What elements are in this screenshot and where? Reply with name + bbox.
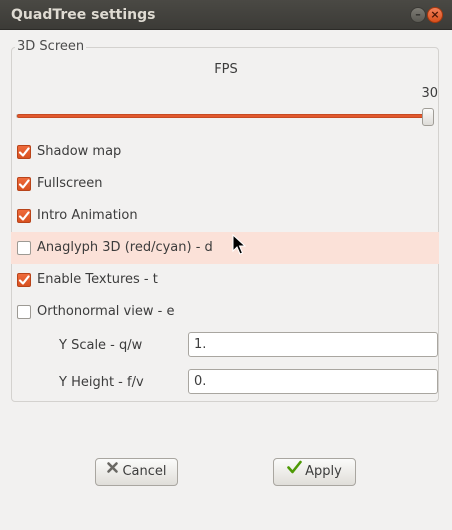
checkmark-icon bbox=[18, 179, 30, 189]
anaglyph-3d-checkbox[interactable] bbox=[17, 241, 31, 255]
y-height-label: Y Height - f/v bbox=[59, 375, 144, 390]
checkmark-icon bbox=[18, 147, 30, 157]
option-intro-animation[interactable]: Intro Animation bbox=[11, 200, 439, 232]
apply-button[interactable]: Apply bbox=[273, 458, 356, 486]
window-title: QuadTree settings bbox=[11, 7, 156, 23]
checkmark-icon bbox=[287, 458, 302, 484]
fullscreen-checkbox[interactable] bbox=[17, 177, 31, 191]
shadow-map-checkbox[interactable] bbox=[17, 145, 31, 159]
option-orthonormal-view[interactable]: Orthonormal view - e bbox=[11, 296, 439, 328]
cancel-button[interactable]: Cancel bbox=[95, 458, 178, 486]
intro-animation-label: Intro Animation bbox=[37, 208, 138, 223]
option-shadow-map[interactable]: Shadow map bbox=[11, 136, 439, 168]
fps-slider-track[interactable] bbox=[16, 114, 431, 118]
x-icon bbox=[106, 458, 119, 484]
minimize-button[interactable]: – bbox=[410, 7, 426, 23]
enable-textures-label: Enable Textures - t bbox=[37, 272, 158, 287]
checkmark-icon bbox=[18, 275, 30, 285]
option-fullscreen[interactable]: Fullscreen bbox=[11, 168, 439, 200]
intro-animation-checkbox[interactable] bbox=[17, 209, 31, 223]
option-enable-textures[interactable]: Enable Textures - t bbox=[11, 264, 439, 296]
fullscreen-label: Fullscreen bbox=[37, 176, 103, 191]
anaglyph-3d-label: Anaglyph 3D (red/cyan) - d bbox=[37, 240, 213, 255]
fps-slider-handle[interactable] bbox=[422, 108, 434, 126]
apply-button-label: Apply bbox=[305, 464, 342, 479]
shadow-map-label: Shadow map bbox=[37, 144, 122, 159]
mouse-pointer-icon bbox=[232, 233, 247, 260]
cancel-button-label: Cancel bbox=[122, 464, 167, 479]
fps-slider-fill bbox=[17, 114, 431, 118]
close-button[interactable]: × bbox=[427, 7, 443, 23]
orthonormal-view-checkbox[interactable] bbox=[17, 305, 31, 319]
orthonormal-view-label: Orthonormal view - e bbox=[37, 304, 175, 319]
title-bar[interactable]: QuadTree settings – × bbox=[0, 0, 452, 30]
fps-label: FPS bbox=[214, 62, 238, 77]
frame-label: 3D Screen bbox=[15, 39, 87, 54]
checkmark-icon bbox=[18, 211, 30, 221]
y-scale-input[interactable]: 1. bbox=[188, 332, 438, 357]
y-scale-label: Y Scale - q/w bbox=[59, 338, 143, 353]
enable-textures-checkbox[interactable] bbox=[17, 273, 31, 287]
fps-value: 30 bbox=[421, 86, 438, 101]
y-height-input[interactable]: 0. bbox=[188, 369, 438, 394]
option-anaglyph-3d[interactable]: Anaglyph 3D (red/cyan) - d bbox=[11, 232, 439, 264]
